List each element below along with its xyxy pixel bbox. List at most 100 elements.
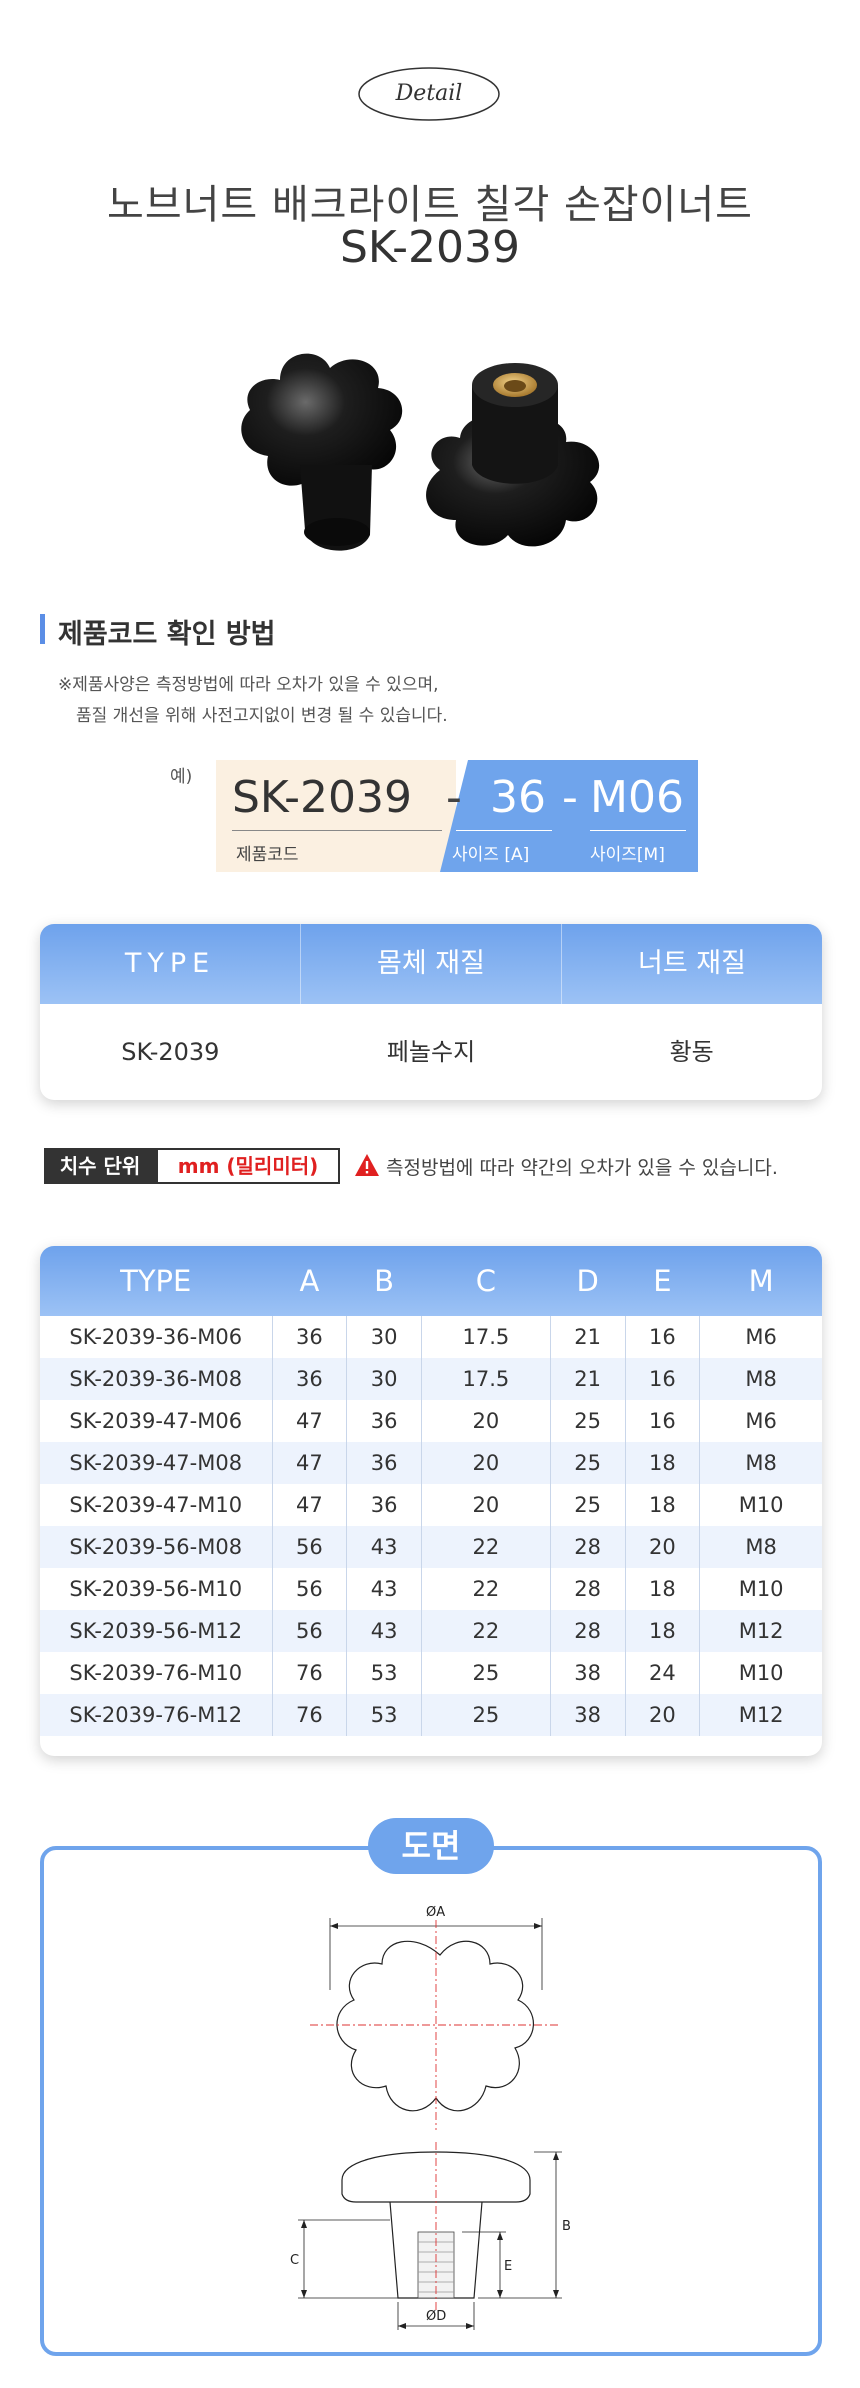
cell-m: M8 bbox=[699, 1526, 822, 1568]
cell-b: 36 bbox=[346, 1442, 422, 1484]
cell-type: SK-2039-47-M08 bbox=[40, 1442, 272, 1484]
table-row: SK-2039-76-M12 76 53 25 38 20 M12 bbox=[40, 1694, 822, 1736]
example-thread-caption: 사이즈[M] bbox=[590, 845, 665, 865]
cell-b: 43 bbox=[346, 1526, 422, 1568]
cell-e: 20 bbox=[624, 1526, 700, 1568]
cell-b: 30 bbox=[346, 1358, 422, 1400]
cell-c: 22 bbox=[421, 1610, 551, 1652]
table-row: SK-2039-56-M10 56 43 22 28 18 M10 bbox=[40, 1568, 822, 1610]
label-e: E bbox=[504, 2259, 512, 2274]
cell-c: 17.5 bbox=[421, 1358, 551, 1400]
cell-a: 47 bbox=[271, 1442, 347, 1484]
detail-badge: Detail bbox=[356, 64, 502, 124]
cell-d: 28 bbox=[549, 1526, 625, 1568]
cell-c: 22 bbox=[421, 1526, 551, 1568]
cell-b: 30 bbox=[346, 1316, 422, 1358]
cell-m: M12 bbox=[699, 1610, 822, 1652]
cell-type: SK-2039-47-M10 bbox=[69, 1493, 243, 1517]
code-guide-title: 제품코드 확인 방법 bbox=[58, 619, 276, 650]
cell-d: 28 bbox=[549, 1568, 625, 1610]
cell-c: 25 bbox=[421, 1694, 551, 1736]
table-row: SK-2039-56-M08 56 43 22 28 20 M8 bbox=[40, 1526, 822, 1568]
cell-d: 28 bbox=[549, 1610, 625, 1652]
cell-type: SK-2039-56-M10 bbox=[69, 1577, 243, 1601]
dim-header-a: A bbox=[299, 1264, 320, 1298]
unit-warning-text: 측정방법에 따라 약간의 오차가 있을 수 있습니다. bbox=[386, 1157, 778, 1179]
dim-header-d: D bbox=[576, 1264, 599, 1298]
cell-m: M8 bbox=[699, 1442, 822, 1484]
section-bar bbox=[40, 614, 45, 644]
cell-b: 53 bbox=[346, 1694, 422, 1736]
cell-m: M10 bbox=[699, 1484, 822, 1526]
cell-e: 16 bbox=[624, 1400, 700, 1442]
product-model: SK-2039 bbox=[339, 222, 521, 273]
dim-header-m: M bbox=[748, 1264, 774, 1298]
material-nut-cell: 황동 bbox=[669, 1038, 714, 1066]
table-row: SK-2039-56-M12 56 43 22 28 18 M12 bbox=[40, 1610, 822, 1652]
detail-badge-label: Detail bbox=[395, 81, 463, 106]
material-table-row: SK-2039 페놀수지 황동 bbox=[40, 1004, 822, 1100]
dim-header-type: TYPE bbox=[120, 1264, 192, 1298]
cell-e: 20 bbox=[624, 1694, 700, 1736]
drawing-title: 도면 bbox=[368, 1818, 494, 1874]
cell-e: 24 bbox=[624, 1652, 700, 1694]
cell-d: 38 bbox=[549, 1694, 625, 1736]
example-thread: M06 bbox=[590, 772, 684, 823]
knob-right-icon bbox=[426, 363, 600, 547]
cell-e: 18 bbox=[624, 1484, 700, 1526]
cell-c: 20 bbox=[421, 1484, 551, 1526]
spec-note-line2: 품질 개선을 위해 사전고지없이 변경 될 수 있습니다. bbox=[76, 706, 448, 726]
table-row: SK-2039-47-M08 47 36 20 25 18 M8 bbox=[40, 1442, 822, 1484]
cell-m: M6 bbox=[699, 1400, 822, 1442]
cell-type: SK-2039-47-M06 bbox=[69, 1409, 243, 1433]
example-code-caption: 제품코드 bbox=[236, 845, 299, 865]
cell-type: SK-2039-76-M10 bbox=[69, 1661, 243, 1685]
example-dash: - bbox=[446, 772, 462, 823]
cell-a: 47 bbox=[271, 1400, 347, 1442]
cell-b: 36 bbox=[346, 1400, 422, 1442]
cell-c: 22 bbox=[421, 1568, 551, 1610]
cell-e: 16 bbox=[624, 1358, 700, 1400]
product-photo bbox=[241, 353, 600, 551]
dim-header-e: E bbox=[653, 1264, 672, 1298]
table-row: SK-2039-76-M10 76 53 25 38 24 M10 bbox=[40, 1652, 822, 1694]
table-row: SK-2039-36-M08 36 30 17.5 21 16 M8 bbox=[40, 1358, 822, 1400]
example-size-caption: 사이즈 [A] bbox=[452, 845, 530, 865]
cell-m: M6 bbox=[699, 1316, 822, 1358]
cell-d: 38 bbox=[549, 1652, 625, 1694]
dim-header-b: B bbox=[374, 1264, 395, 1298]
cell-b: 53 bbox=[346, 1652, 422, 1694]
cell-type: SK-2039-76-M12 bbox=[40, 1694, 272, 1736]
cell-type: SK-2039-36-M06 bbox=[69, 1325, 243, 1349]
cell-a: 76 bbox=[271, 1652, 347, 1694]
cell-d: 25 bbox=[549, 1400, 625, 1442]
dimension-header-row: TYPE A B C D E M bbox=[40, 1246, 822, 1316]
cell-b: 43 bbox=[346, 1610, 422, 1652]
cell-type: SK-2039-56-M12 bbox=[40, 1610, 272, 1652]
cell-d: 21 bbox=[549, 1358, 625, 1400]
material-body-cell: 페놀수지 bbox=[386, 1038, 476, 1066]
dim-header-c: C bbox=[475, 1264, 496, 1298]
divider bbox=[456, 830, 552, 831]
table-row: SK-2039-47-M10 47 36 20 25 18 M10 bbox=[40, 1484, 822, 1526]
label-c: C bbox=[290, 2253, 299, 2268]
cell-e: 16 bbox=[624, 1316, 700, 1358]
cell-a: 47 bbox=[271, 1484, 347, 1526]
cell-a: 36 bbox=[271, 1316, 347, 1358]
unit-value: mm (밀리미터) bbox=[156, 1148, 340, 1184]
cell-m: M8 bbox=[699, 1358, 822, 1400]
spec-note-line1: ※제품사양은 측정방법에 따라 오차가 있을 수 있으며, bbox=[58, 675, 439, 695]
warning-icon bbox=[355, 1154, 379, 1176]
cell-m: M10 bbox=[699, 1568, 822, 1610]
label-a: ØA bbox=[426, 1905, 445, 1920]
material-header-body: 몸체 재질 bbox=[300, 924, 561, 1004]
material-header-nut: 너트 재질 bbox=[561, 924, 822, 1004]
dimension-table: TYPE A B C D E M SK-2039-36-M06 36 30 17… bbox=[40, 1246, 822, 1756]
cell-c: 20 bbox=[421, 1400, 551, 1442]
cell-type: SK-2039-56-M08 bbox=[40, 1526, 272, 1568]
cell-a: 56 bbox=[271, 1568, 347, 1610]
cell-d: 25 bbox=[549, 1442, 625, 1484]
label-d: ØD bbox=[426, 2309, 446, 2324]
material-type-cell: SK-2039 bbox=[121, 1038, 220, 1066]
cell-b: 43 bbox=[346, 1568, 422, 1610]
